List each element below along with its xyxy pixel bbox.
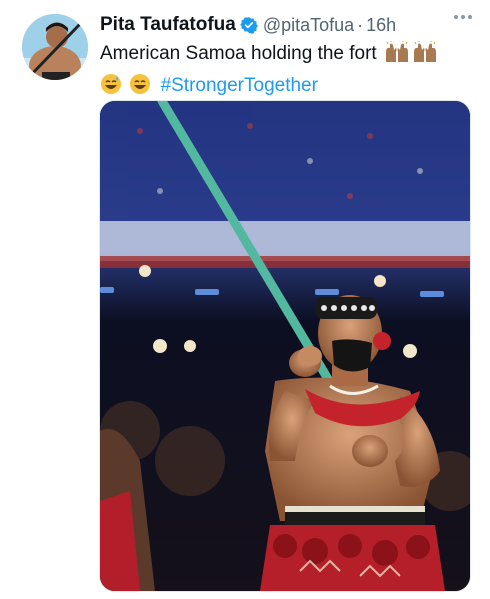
more-dots-icon[interactable] — [454, 15, 472, 19]
tweet-header: Pita Taufatofua @pitaTofua · 16h — [100, 12, 472, 38]
author-avatar[interactable] — [22, 14, 88, 80]
raising-hands-icon — [384, 41, 410, 72]
time-separator: · — [357, 14, 364, 35]
raising-hands-icon — [412, 41, 438, 72]
author-handle[interactable]: @pitaTofua — [263, 15, 354, 36]
tweet-timestamp[interactable]: 16h — [366, 15, 396, 36]
hashtag-link[interactable]: #StrongerTogether — [161, 75, 318, 96]
tweet-media-photo[interactable] — [99, 100, 471, 592]
tweet-body: American Samoa holding the fort — [100, 43, 377, 64]
author-name[interactable]: Pita Taufatofua — [100, 14, 236, 36]
verified-badge-icon — [239, 16, 258, 34]
tweet-text: American Samoa holding the fort #Stronge… — [100, 40, 470, 104]
